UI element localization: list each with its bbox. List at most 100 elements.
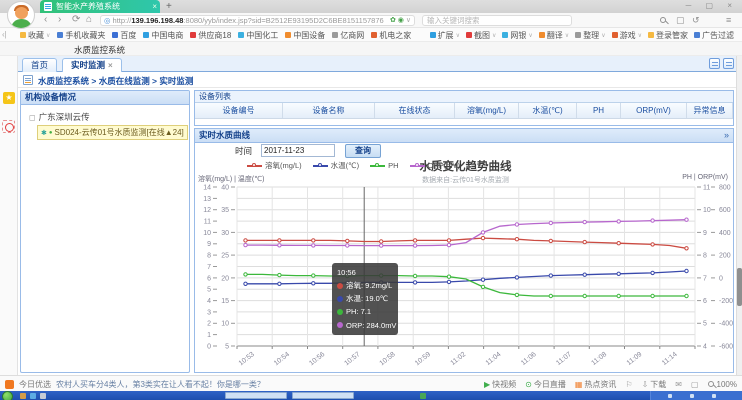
bookmark-label: 中国电商: [151, 30, 183, 41]
browser-avatar[interactable]: [7, 1, 35, 29]
bookmarks-collapse-icon[interactable]: ‹|: [2, 30, 7, 39]
bookmark-item[interactable]: 收藏∨: [20, 30, 50, 41]
query-button[interactable]: 查询: [345, 144, 381, 158]
svg-text:800: 800: [719, 184, 731, 191]
window-controls[interactable]: ─ ▢ ×: [686, 0, 738, 12]
legend-item[interactable]: ORP(mV): [410, 160, 461, 171]
live-item[interactable]: ⊙今日直播: [525, 379, 566, 390]
menu-icon[interactable]: ≡: [726, 14, 731, 26]
back-icon[interactable]: ‹: [44, 13, 47, 27]
bookmarks-left: 收藏∨ 手机收藏夹 百度 中国电商 供应商18 中国化工 中国设备 亿商网 机电…: [20, 28, 411, 42]
column-header-3[interactable]: 溶氧(mg/L): [455, 103, 519, 118]
browser-tab[interactable]: 智能水产养殖系统 ×: [40, 0, 160, 13]
page-scrollbar[interactable]: [736, 56, 742, 375]
weibo-icon[interactable]: [2, 120, 15, 133]
daily-picks-label[interactable]: 今日优选: [19, 379, 51, 390]
collapse-icon[interactable]: »: [724, 129, 729, 142]
taskbar-tray[interactable]: [650, 391, 742, 400]
chevron-down-icon: ∨: [492, 32, 496, 39]
column-header-5[interactable]: PH: [577, 103, 621, 118]
bookmark-item[interactable]: 扩展∨: [430, 30, 460, 41]
tab-list-icon[interactable]: [709, 58, 720, 69]
bookmark-item[interactable]: 整理∨: [575, 30, 605, 41]
tree-node-device[interactable]: ✱ ● SD024-云传01号水质监测[在线▲24]: [37, 125, 188, 140]
bookmark-item[interactable]: 广告过滤: [694, 30, 734, 41]
bookmark-item[interactable]: 供应商18: [190, 30, 231, 41]
tab-refresh-icon[interactable]: [723, 58, 734, 69]
tree-node-parent[interactable]: ◻ 广东深圳云传: [29, 111, 90, 123]
taskbar-app-icon[interactable]: [20, 393, 26, 399]
date-input[interactable]: [261, 144, 335, 157]
app-tabs-row: 首页 实时监测×: [18, 56, 742, 72]
taskbar-app-icon[interactable]: [40, 393, 46, 399]
tab-realtime-monitor[interactable]: 实时监测×: [62, 58, 122, 72]
tab-home[interactable]: 首页: [22, 58, 57, 72]
quick-video-item[interactable]: ▶快视频: [484, 379, 516, 390]
favorites-star-icon[interactable]: ★: [3, 92, 15, 104]
download-item[interactable]: ⇩下载: [642, 379, 667, 390]
taskbar-window-button[interactable]: [225, 392, 287, 399]
bookmark-item[interactable]: 截图∨: [466, 30, 496, 41]
refresh-icon[interactable]: ⟳: [72, 13, 80, 27]
column-header-7[interactable]: 异常信息: [687, 103, 733, 118]
message-icon[interactable]: ✉: [675, 380, 682, 389]
svg-text:30: 30: [221, 230, 229, 237]
x-axis-labels: 10:5310:5410:5610:5710:5810:5911:0211:04…: [238, 351, 679, 367]
bookmark-item[interactable]: 亿商网: [332, 30, 364, 41]
address-badges[interactable]: ✿ ◉ ∨: [390, 16, 411, 25]
bookmark-item[interactable]: 手机收藏夹: [57, 30, 105, 41]
window-frame-icon[interactable]: ▢: [691, 380, 699, 389]
home-icon[interactable]: ⌂: [86, 13, 92, 27]
bookmark-item[interactable]: 中国设备: [285, 30, 325, 41]
forward-icon[interactable]: ›: [58, 13, 61, 27]
search-icon[interactable]: [660, 17, 666, 23]
bookmark-favicon: [143, 32, 149, 38]
bookmark-item[interactable]: 登录管家: [648, 30, 688, 41]
tab-close-icon[interactable]: ×: [108, 61, 113, 70]
start-button[interactable]: [2, 391, 13, 400]
flag-icon[interactable]: ⚐: [625, 380, 632, 389]
column-header-1[interactable]: 设备名称: [283, 103, 375, 118]
screenshot-icon[interactable]: ▢: [676, 14, 685, 26]
legend-marker-icon: [370, 162, 385, 169]
address-bar[interactable]: ◎http://139.196.198.48:8080/yyb/index.js…: [100, 15, 415, 26]
legend-item[interactable]: 溶氧(mg/L): [247, 160, 302, 171]
bookmark-item[interactable]: 游戏∨: [612, 30, 642, 41]
bookmark-item[interactable]: 翻译∨: [539, 30, 569, 41]
bookmark-item[interactable]: 机电之家: [371, 30, 411, 41]
legend-label: 溶氧(mg/L): [265, 160, 302, 171]
chevron-down-icon: ∨: [638, 32, 642, 39]
site-icon: ◎: [104, 16, 111, 25]
legend-item[interactable]: 水温(℃): [313, 160, 359, 171]
tab-favicon-icon: [44, 2, 52, 11]
taskbar-app-icon[interactable]: [420, 393, 426, 399]
chevron-down-icon: ∨: [456, 32, 460, 39]
bookmark-item[interactable]: 百度: [112, 30, 136, 41]
browser-tab-strip: 智能水产养殖系统 × + ─ ▢ ×: [0, 0, 742, 13]
bookmark-item[interactable]: 网银∨: [502, 30, 532, 41]
bookmark-label: 供应商18: [198, 30, 231, 41]
bookmark-item[interactable]: 中国电商: [143, 30, 183, 41]
zoom-control[interactable]: 100%: [708, 380, 737, 389]
news-grid-icon: ▦: [575, 380, 583, 389]
scrollbar-thumb[interactable]: [737, 268, 742, 306]
column-header-2[interactable]: 在线状态: [375, 103, 455, 118]
news-link[interactable]: 农村人买车分4类人，第3类实在让人看不起！你是哪一类？: [56, 379, 265, 390]
bookmark-item[interactable]: 中国化工: [238, 30, 278, 41]
bookmark-favicon: [332, 32, 338, 38]
new-tab-button[interactable]: +: [166, 1, 172, 12]
column-header-4[interactable]: 水温(℃): [519, 103, 577, 118]
time-label: 时间: [235, 145, 252, 157]
column-header-6[interactable]: ORP(mV): [621, 103, 687, 118]
y-axis-do: 14131211109876543210: [203, 184, 217, 350]
taskbar-window-button[interactable]: [292, 392, 354, 399]
taskbar-app-icon[interactable]: [30, 393, 36, 399]
tab-close-icon[interactable]: ×: [152, 0, 157, 13]
history-icon[interactable]: ↺: [692, 14, 700, 26]
breadcrumb-row: 水质监控系统 > 水质在线监测 > 实时监测: [18, 73, 742, 88]
hot-news-item[interactable]: ▦热点资讯: [575, 379, 617, 390]
column-header-0[interactable]: 设备编号: [195, 103, 283, 118]
legend-item[interactable]: PH: [370, 160, 398, 171]
search-input[interactable]: 输入关键词搜索: [422, 15, 572, 26]
y-axis-ph: 1110987654: [697, 184, 711, 350]
